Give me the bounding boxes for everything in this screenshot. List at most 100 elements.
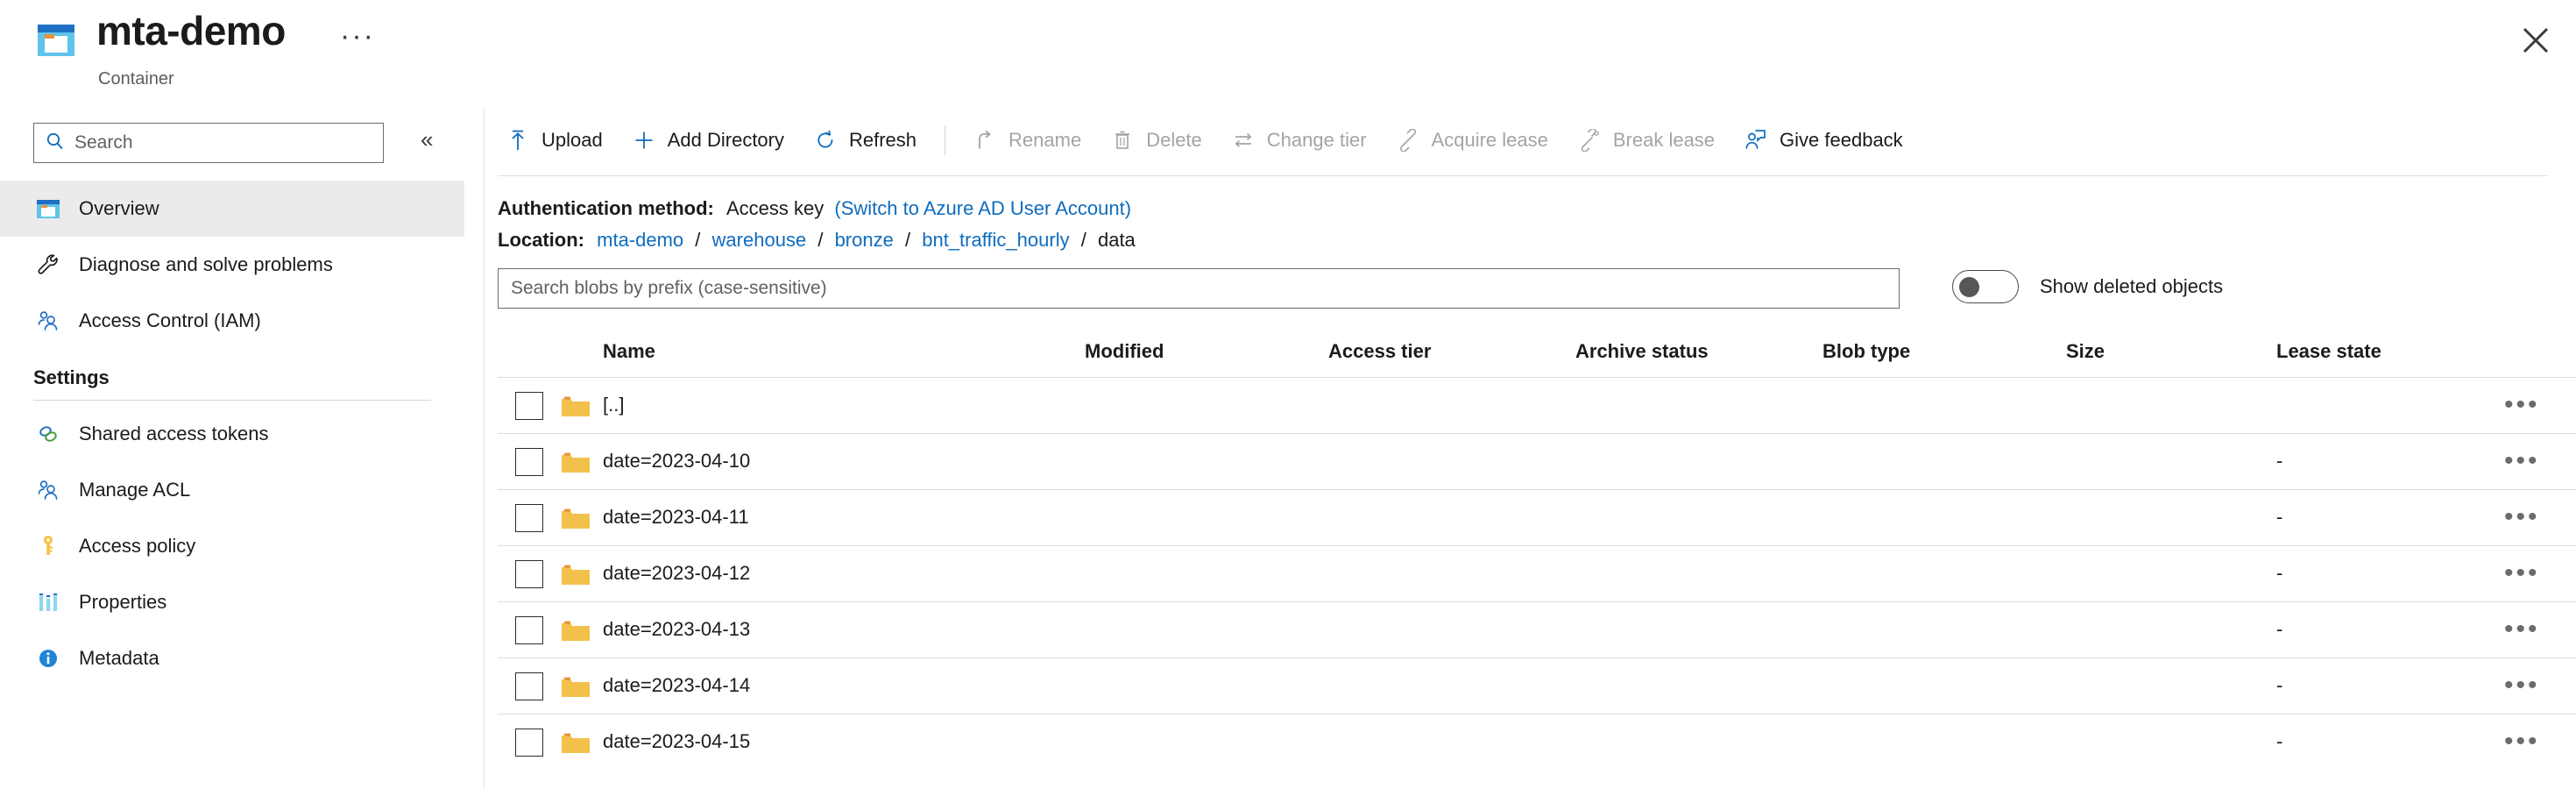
plus-icon [631, 127, 657, 153]
column-header-modified[interactable]: Modified [1085, 340, 1164, 363]
row-lease-state: - [2276, 506, 2283, 528]
toolbar-button-label: Upload [541, 129, 603, 151]
refresh-button[interactable]: Refresh [805, 119, 924, 161]
row-name[interactable]: date=2023-04-15 [603, 730, 750, 753]
row-name[interactable]: [..] [603, 394, 624, 416]
search-icon [45, 131, 66, 156]
table-row[interactable]: [..] ••• [498, 377, 2576, 433]
table-row[interactable]: date=2023-04-10 - ••• [498, 433, 2576, 489]
breadcrumb-item-warehouse[interactable]: warehouse [712, 229, 807, 251]
sidebar-item-label: Access Control (IAM) [79, 309, 261, 331]
trash-icon [1109, 127, 1136, 153]
row-more-menu[interactable]: ••• [2504, 729, 2540, 755]
table-row[interactable]: date=2023-04-12 - ••• [498, 545, 2576, 601]
table-row[interactable]: date=2023-04-14 - ••• [498, 658, 2576, 714]
sidebar-collapse-button[interactable]: « [421, 128, 433, 151]
toolbar-button-label: Break lease [1612, 129, 1716, 151]
row-checkbox[interactable] [515, 560, 543, 588]
rename-button[interactable]: Rename [965, 119, 1088, 161]
table-row[interactable]: date=2023-04-11 - ••• [498, 489, 2576, 545]
breadcrumb-item-data: data [1097, 229, 1136, 251]
switch-auth-link[interactable]: (Switch to Azure AD User Account) [829, 197, 1131, 219]
rename-arrow-icon [972, 127, 998, 153]
sidebar-divider [484, 109, 485, 789]
auth-method-value: Access key [726, 197, 824, 219]
column-header-size[interactable]: Size [2066, 340, 2105, 363]
blob-prefix-search[interactable] [498, 268, 1900, 309]
table-header-row: Name Modified Access tier Archive status… [498, 335, 2576, 377]
row-name[interactable]: date=2023-04-12 [603, 562, 750, 585]
row-name[interactable]: date=2023-04-11 [603, 506, 749, 529]
sidebar-item-shared-access-tokens[interactable]: Shared access tokens [0, 406, 464, 462]
toolbar-button-label: Delete [1146, 129, 1202, 151]
info-icon [33, 643, 63, 673]
folder-icon [561, 732, 591, 755]
auth-method-label: Authentication method: [498, 197, 714, 219]
folder-icon [561, 676, 591, 699]
sidebar-item-access-policy[interactable]: Access policy [0, 518, 464, 574]
blob-table: Name Modified Access tier Archive status… [498, 335, 2576, 770]
sidebar-item-label: Shared access tokens [79, 423, 269, 444]
sidebar-item-manage-acl[interactable]: Manage ACL [0, 462, 464, 518]
sidebar-item-access-control-iam[interactable]: Access Control (IAM) [0, 293, 464, 349]
change-tier-button[interactable]: Change tier [1223, 119, 1374, 161]
close-icon[interactable] [2511, 16, 2560, 65]
give-feedback-button[interactable]: Give feedback [1736, 119, 1910, 161]
breadcrumb-item-bronze[interactable]: bronze [835, 229, 894, 251]
row-lease-state: - [2276, 730, 2283, 752]
sidebar-item-properties[interactable]: Properties [0, 574, 464, 630]
toolbar-button-label: Acquire lease [1431, 129, 1548, 151]
toggle-switch[interactable] [1952, 270, 2019, 303]
delete-button[interactable]: Delete [1102, 119, 1209, 161]
row-more-menu[interactable]: ••• [2504, 560, 2540, 586]
table-row[interactable]: date=2023-04-13 - ••• [498, 601, 2576, 658]
location-label: Location: [498, 229, 584, 251]
page-subtitle: Container [98, 69, 174, 89]
column-header-archive-status[interactable]: Archive status [1575, 340, 1709, 363]
breadcrumb-item-mta-demo[interactable]: mta-demo [597, 229, 683, 251]
sidebar-item-overview[interactable]: Overview [0, 181, 464, 237]
row-checkbox[interactable] [515, 392, 543, 420]
column-header-blob-type[interactable]: Blob type [1822, 340, 1910, 363]
upload-button[interactable]: Upload [498, 119, 610, 161]
sidebar-nav: Overview Diagnose and solve problems Acc… [0, 181, 464, 686]
row-more-menu[interactable]: ••• [2504, 392, 2540, 418]
row-more-menu[interactable]: ••• [2504, 672, 2540, 699]
row-more-menu[interactable]: ••• [2504, 504, 2540, 530]
page-title: mta-demo [96, 8, 286, 53]
row-name[interactable]: date=2023-04-10 [603, 450, 750, 473]
row-lease-state: - [2276, 562, 2283, 584]
row-name[interactable]: date=2023-04-14 [603, 674, 750, 697]
row-checkbox[interactable] [515, 616, 543, 644]
row-checkbox[interactable] [515, 729, 543, 757]
folder-icon [561, 451, 591, 474]
column-header-name[interactable]: Name [603, 340, 655, 363]
blob-search-input[interactable] [499, 269, 1899, 308]
sidebar-item-metadata[interactable]: Metadata [0, 630, 464, 686]
toolbar-button-label: Rename [1008, 129, 1082, 151]
column-header-access-tier[interactable]: Access tier [1328, 340, 1431, 363]
info-block: Authentication method: Access key (Switc… [498, 193, 1136, 256]
row-more-menu[interactable]: ••• [2504, 616, 2540, 643]
show-deleted-objects-toggle[interactable]: Show deleted objects [1952, 270, 2223, 303]
column-header-lease-state[interactable]: Lease state [2276, 340, 2381, 363]
bars-icon [33, 587, 63, 617]
add-directory-button[interactable]: Add Directory [624, 119, 791, 161]
breadcrumb-item-bnt-traffic-hourly[interactable]: bnt_traffic_hourly [922, 229, 1069, 251]
row-checkbox[interactable] [515, 504, 543, 532]
row-name[interactable]: date=2023-04-13 [603, 618, 750, 641]
main-content: Upload Add Directory Refresh Rename Dele… [498, 109, 2576, 789]
table-row[interactable]: date=2023-04-15 - ••• [498, 714, 2576, 770]
search-input[interactable] [66, 132, 383, 154]
row-checkbox[interactable] [515, 448, 543, 476]
row-checkbox[interactable] [515, 672, 543, 700]
acquire-lease-button[interactable]: Acquire lease [1388, 119, 1555, 161]
sidebar: « Overview [0, 109, 464, 789]
sidebar-item-diagnose-and-solve-problems[interactable]: Diagnose and solve problems [0, 237, 464, 293]
row-more-menu[interactable]: ••• [2504, 448, 2540, 474]
sidebar-item-label: Access policy [79, 535, 196, 557]
header-more-menu[interactable]: ··· [340, 19, 375, 53]
sidebar-item-label: Diagnose and solve problems [79, 253, 333, 275]
break-lease-button[interactable]: Break lease [1569, 119, 1722, 161]
sidebar-search[interactable] [33, 123, 384, 163]
